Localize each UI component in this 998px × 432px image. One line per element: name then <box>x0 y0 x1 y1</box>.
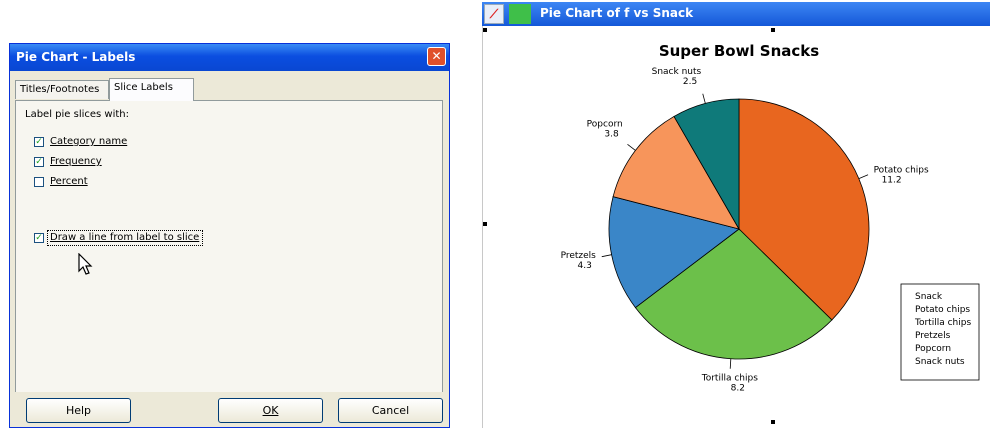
plot-area[interactable]: Super Bowl Snacks Potato chips 11.2 Tortil… <box>482 26 991 428</box>
label-leader-line <box>627 144 636 151</box>
dialog-title: Pie Chart - Labels <box>16 50 136 64</box>
frequency-label[interactable]: Frequency <box>50 156 102 167</box>
selection-handle <box>771 28 775 32</box>
slice-category-label: Potato chips <box>874 165 929 175</box>
legend-entry: Pretzels <box>915 331 951 341</box>
legend-title: Snack <box>915 292 943 302</box>
cancel-button[interactable]: Cancel <box>338 398 443 423</box>
category-name-label[interactable]: Category name <box>50 136 127 147</box>
slice-value-label: 11.2 <box>882 175 902 185</box>
mouse-cursor-icon <box>78 253 93 275</box>
percent-label[interactable]: Percent <box>50 176 88 187</box>
legend-entry: Tortilla chips <box>914 318 971 328</box>
ok-button[interactable]: OK <box>218 398 323 423</box>
category-name-checkbox[interactable]: ✓ <box>34 137 44 147</box>
slice-category-label: Tortilla chips <box>701 374 758 384</box>
label-leader-line <box>601 254 612 258</box>
slice-value-label: 4.3 <box>578 261 592 271</box>
slice-value-label: 2.5 <box>683 77 697 87</box>
chart-window-title: Pie Chart of f vs Snack <box>540 6 694 20</box>
label-prompt: Label pie slices with: <box>25 109 130 120</box>
labels-dialog: Pie Chart - Labels ✕ Titles/Footnotes Sl… <box>9 43 450 428</box>
checkmark-icon: ✓ <box>35 137 43 147</box>
legend-entry: Potato chips <box>915 305 970 315</box>
draw-line-checkbox[interactable]: ✓ <box>34 233 44 243</box>
slice-labels-panel: Label pie slices with: ✓ Category name ✓… <box>15 100 443 420</box>
selection-handle <box>771 420 775 424</box>
draw-line-label[interactable]: Draw a line from label to slice <box>50 232 199 243</box>
label-leader-line <box>729 358 732 369</box>
legend-entry: Snack nuts <box>915 357 965 367</box>
tab-titles-footnotes[interactable]: Titles/Footnotes <box>15 80 109 99</box>
checkmark-icon: ✓ <box>35 233 43 243</box>
checkmark-icon: ✓ <box>35 157 43 167</box>
selection-handle <box>483 222 487 226</box>
legend-entry: Popcorn <box>915 344 951 354</box>
label-leader-line <box>858 174 869 179</box>
close-icon[interactable]: ✕ <box>427 47 446 66</box>
frequency-checkbox[interactable]: ✓ <box>34 157 44 167</box>
slice-value-label: 3.8 <box>604 130 619 140</box>
tab-slice-labels[interactable]: Slice Labels <box>109 78 194 101</box>
chart-window: ⟋ Pie Chart of f vs Snack Super Bowl Sna… <box>482 2 991 428</box>
green-swatch-icon <box>509 4 531 24</box>
chart-window-title-bar[interactable]: ⟋ Pie Chart of f vs Snack <box>482 2 990 26</box>
chart-title: Super Bowl Snacks <box>659 42 819 60</box>
pie-chart: Super Bowl Snacks Potato chips11.2Tortil… <box>483 28 980 424</box>
percent-checkbox[interactable] <box>34 177 44 187</box>
slice-value-label: 8.2 <box>731 384 745 394</box>
chart-window-icon: ⟋ <box>484 4 504 24</box>
slice-category-label: Snack nuts <box>652 67 702 77</box>
help-button[interactable]: Help <box>26 398 131 423</box>
legend: Snack Potato chips Tortilla chips Pretzels… <box>900 283 980 381</box>
selection-handle <box>483 28 487 32</box>
dialog-title-bar[interactable]: Pie Chart - Labels ✕ <box>10 44 449 71</box>
slice-category-label: Pretzels <box>561 251 597 261</box>
label-leader-line <box>702 93 706 104</box>
slice-category-label: Popcorn <box>587 120 623 130</box>
